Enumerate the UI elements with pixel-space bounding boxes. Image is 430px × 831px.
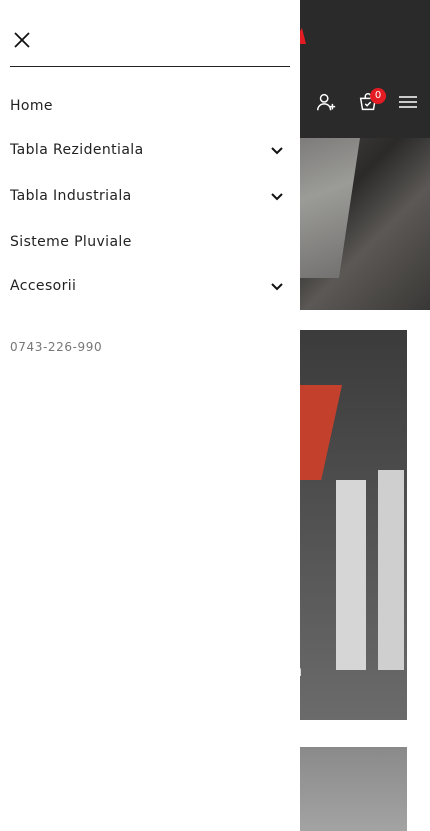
menu-item-label: Tabla Rezidentiala xyxy=(10,142,144,158)
menu-item-tabla-industriala[interactable]: Tabla Industriala xyxy=(10,173,290,219)
menu-item-home[interactable]: Home xyxy=(10,85,290,127)
menu-item-label: Sisteme Pluviale xyxy=(10,234,132,250)
window-panel xyxy=(336,480,366,670)
drawer-menu: Home Tabla Rezidentiala Tabla Industrial… xyxy=(10,85,290,307)
phone-number[interactable]: 0743-226-990 xyxy=(10,340,102,354)
hamburger-icon[interactable] xyxy=(394,88,422,116)
mobile-menu-drawer: Home Tabla Rezidentiala Tabla Industrial… xyxy=(0,0,300,831)
chevron-down-icon[interactable] xyxy=(270,189,284,203)
menu-item-tabla-rezidentiala[interactable]: Tabla Rezidentiala xyxy=(10,127,290,173)
chevron-down-icon[interactable] xyxy=(270,279,284,293)
chevron-down-icon[interactable] xyxy=(270,143,284,157)
menu-item-sisteme-pluviale[interactable]: Sisteme Pluviale xyxy=(10,219,290,265)
menu-item-label: Home xyxy=(10,98,53,114)
close-icon[interactable] xyxy=(12,30,32,50)
menu-item-label: Accesorii xyxy=(10,278,77,294)
user-add-icon[interactable] xyxy=(312,88,340,116)
hero-image-2: a xyxy=(290,330,407,720)
window-panel xyxy=(378,470,404,670)
menu-item-accesorii[interactable]: Accesorii xyxy=(10,265,290,307)
cart-count-badge: 0 xyxy=(370,88,386,104)
hero-image-3 xyxy=(290,747,407,831)
menu-item-label: Tabla Industriala xyxy=(10,188,132,204)
search-underline xyxy=(10,66,290,67)
gutter-image xyxy=(290,138,360,278)
hero-image-1 xyxy=(290,138,430,310)
